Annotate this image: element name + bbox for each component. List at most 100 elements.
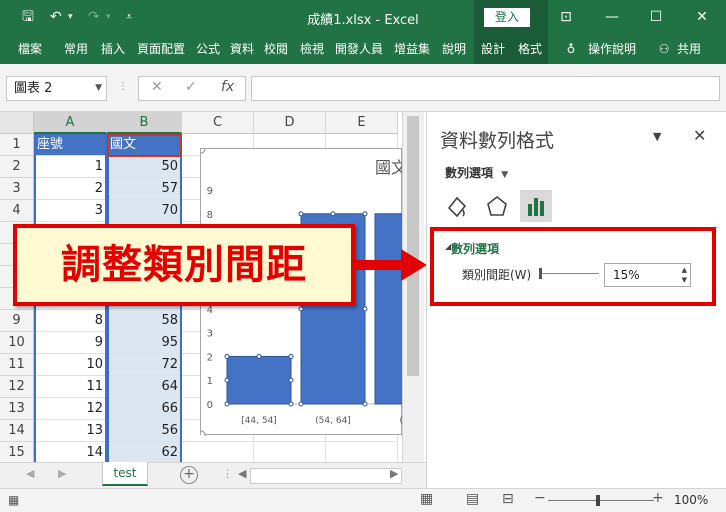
formula-input[interactable] xyxy=(251,76,720,101)
tab-help[interactable]: 說明 xyxy=(438,34,470,64)
cell-b[interactable]: 70 xyxy=(107,200,182,222)
row-header[interactable]: 10 xyxy=(0,332,34,354)
pane-options-dropdown-icon[interactable]: ▼ xyxy=(653,130,661,143)
zoom-slider-handle[interactable] xyxy=(596,495,600,506)
gap-width-slider-handle[interactable] xyxy=(539,268,542,279)
series-options-icon[interactable] xyxy=(520,190,552,222)
cell-b[interactable]: 62 xyxy=(107,442,182,462)
macro-record-icon[interactable]: ▦ xyxy=(8,493,19,507)
cell-b[interactable]: 95 xyxy=(107,332,182,354)
tab-format[interactable]: 格式 xyxy=(514,34,546,64)
row-header[interactable]: 12 xyxy=(0,376,34,398)
chevron-down-icon[interactable]: ▼ xyxy=(95,77,102,100)
next-sheet-icon[interactable]: ▶ xyxy=(58,467,66,480)
select-all-corner[interactable] xyxy=(0,112,34,134)
scroll-right-icon[interactable]: ▶ xyxy=(390,467,398,480)
row-header[interactable]: 14 xyxy=(0,420,34,442)
minimize-icon[interactable]: — xyxy=(592,0,632,34)
maximize-icon[interactable]: ☐ xyxy=(636,0,676,34)
row-header[interactable]: 9 xyxy=(0,310,34,332)
effects-icon[interactable] xyxy=(481,190,513,222)
section-title[interactable]: 數列選項 xyxy=(451,240,499,257)
sheet-tab-test[interactable]: test xyxy=(102,462,148,486)
cell-b[interactable]: 國文 xyxy=(107,134,182,156)
prev-sheet-icon[interactable]: ◀ xyxy=(26,467,34,480)
column-header-b[interactable]: B xyxy=(107,112,182,134)
cell-b[interactable]: 57 xyxy=(107,178,182,200)
pane-close-icon[interactable]: ✕ xyxy=(693,126,706,145)
column-header-a[interactable]: A xyxy=(34,112,107,134)
formula-bar: 圖表 2 ▼ ⋮ ✕ ✓ fx xyxy=(0,64,726,112)
tab-insert[interactable]: 插入 xyxy=(96,34,130,64)
lightbulb-icon[interactable]: ♁ xyxy=(562,34,580,64)
tab-design[interactable]: 設計 xyxy=(477,34,509,64)
cell-b[interactable]: 64 xyxy=(107,376,182,398)
tell-me-search[interactable]: 操作說明 xyxy=(584,34,640,64)
cell-a[interactable]: 11 xyxy=(34,376,107,398)
enter-icon[interactable]: ✓ xyxy=(185,79,197,95)
tab-developer[interactable]: 開發人員 xyxy=(332,34,386,64)
name-box[interactable]: 圖表 2 ▼ xyxy=(6,76,107,101)
row-header[interactable]: 11 xyxy=(0,354,34,376)
cell-a[interactable]: 座號 xyxy=(34,134,107,156)
zoom-in-icon[interactable]: + xyxy=(652,490,664,506)
spin-up-icon[interactable]: ▲ xyxy=(682,266,687,275)
cell-a[interactable]: 2 xyxy=(34,178,107,200)
cell-b[interactable]: 72 xyxy=(107,354,182,376)
column-header-c[interactable]: C xyxy=(182,112,254,134)
gap-width-slider-track[interactable] xyxy=(539,273,599,274)
cell-b[interactable]: 50 xyxy=(107,156,182,178)
ribbon-display-icon[interactable]: ⊡ xyxy=(546,0,586,34)
tab-view[interactable]: 檢視 xyxy=(296,34,328,64)
zoom-level[interactable]: 100% xyxy=(674,493,708,507)
tab-review[interactable]: 校閱 xyxy=(260,34,292,64)
cell-c[interactable] xyxy=(182,442,254,462)
page-layout-view-icon[interactable]: ▤ xyxy=(466,491,479,507)
tab-page-layout[interactable]: 頁面配置 xyxy=(132,34,190,64)
insert-function-icon[interactable]: fx xyxy=(221,79,234,95)
cancel-icon[interactable]: ✕ xyxy=(151,79,163,95)
zoom-slider-track[interactable] xyxy=(548,500,654,501)
zoom-out-icon[interactable]: − xyxy=(534,490,546,506)
login-button[interactable]: 登入 xyxy=(484,8,530,27)
gap-width-input[interactable]: 15% ▲ ▼ xyxy=(604,263,691,287)
cell-b[interactable]: 56 xyxy=(107,420,182,442)
vertical-scroll-thumb[interactable] xyxy=(407,116,419,376)
cell-a[interactable]: 3 xyxy=(34,200,107,222)
cell-a[interactable]: 13 xyxy=(34,420,107,442)
column-header-d[interactable]: D xyxy=(254,112,326,134)
share-button[interactable]: 共用 xyxy=(674,34,704,64)
fill-line-icon[interactable] xyxy=(441,190,473,222)
cell-a[interactable]: 8 xyxy=(34,310,107,332)
tab-addins[interactable]: 增益集 xyxy=(390,34,434,64)
column-header-e[interactable]: E xyxy=(326,112,398,134)
horizontal-scrollbar[interactable] xyxy=(250,468,402,484)
vertical-scrollbar[interactable] xyxy=(402,112,424,462)
row-header[interactable]: 13 xyxy=(0,398,34,420)
cell-b[interactable]: 58 xyxy=(107,310,182,332)
cell-d[interactable] xyxy=(254,442,326,462)
close-icon[interactable]: ✕ xyxy=(682,0,722,34)
normal-view-icon[interactable]: ▦ xyxy=(420,491,433,507)
row-header[interactable]: 2 xyxy=(0,156,34,178)
cell-a[interactable]: 9 xyxy=(34,332,107,354)
cell-b[interactable]: 66 xyxy=(107,398,182,420)
page-break-view-icon[interactable]: ⊟ xyxy=(502,491,514,507)
add-sheet-icon[interactable]: + xyxy=(180,466,198,484)
row-header[interactable]: 3 xyxy=(0,178,34,200)
row-header[interactable]: 4 xyxy=(0,200,34,222)
series-options-dropdown[interactable]: 數列選項 ▼ xyxy=(445,164,508,181)
cell-e[interactable] xyxy=(326,442,398,462)
tab-formulas[interactable]: 公式 xyxy=(192,34,224,64)
tab-file[interactable]: 檔案 xyxy=(10,34,50,64)
scroll-left-icon[interactable]: ◀ xyxy=(238,467,246,480)
row-header[interactable]: 1 xyxy=(0,134,34,156)
row-header[interactable]: 15 xyxy=(0,442,34,462)
cell-a[interactable]: 12 xyxy=(34,398,107,420)
tab-home[interactable]: 常用 xyxy=(60,34,92,64)
spin-down-icon[interactable]: ▼ xyxy=(682,276,687,285)
cell-a[interactable]: 14 xyxy=(34,442,107,462)
cell-a[interactable]: 10 xyxy=(34,354,107,376)
cell-a[interactable]: 1 xyxy=(34,156,107,178)
tab-data[interactable]: 資料 xyxy=(226,34,258,64)
